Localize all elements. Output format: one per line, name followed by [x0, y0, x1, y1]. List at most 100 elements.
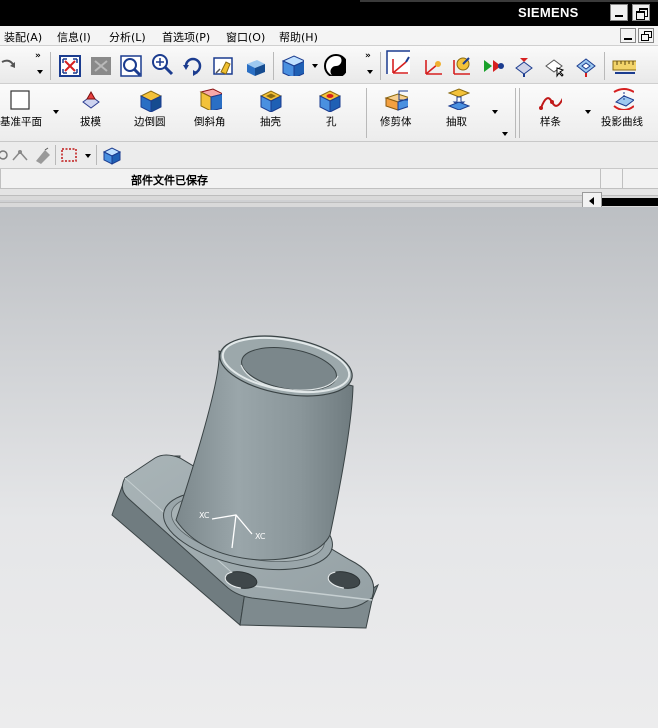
- brand-label: SIEMENS: [518, 5, 579, 20]
- wcs-axis-label: XC: [255, 532, 266, 541]
- menu-help[interactable]: 帮助(H): [279, 29, 318, 45]
- dropdown-arrow-icon[interactable]: [367, 70, 373, 74]
- separator: [366, 88, 367, 138]
- feature-label: 修剪体: [380, 116, 412, 128]
- feature-button-extract[interactable]: 抽取: [440, 84, 480, 142]
- resource-bar: [0, 195, 658, 207]
- view-orient-icon[interactable]: [322, 52, 346, 76]
- select-rectangle-icon[interactable]: [60, 147, 84, 171]
- separator: [604, 52, 605, 80]
- resource-bar-end: [602, 198, 658, 206]
- feature-label: 投影曲线: [601, 116, 643, 128]
- feature-label: 抽壳: [260, 116, 281, 128]
- feature-label: 孔: [326, 116, 337, 128]
- feature-button-spline[interactable]: 样条: [530, 84, 574, 142]
- wcs-axis-label: XC: [199, 511, 210, 520]
- wcs-dynamic-icon[interactable]: [481, 54, 505, 78]
- selection-toolbar: [0, 142, 658, 169]
- dropdown-arrow-icon[interactable]: [85, 154, 91, 158]
- menu-bar: 装配(A) 信息(I) 分析(L) 首选项(P) 窗口(O) 帮助(H): [0, 26, 658, 46]
- separator: [273, 52, 274, 80]
- zoom-window-icon[interactable]: [119, 54, 143, 78]
- project-curve-icon: [613, 88, 634, 110]
- status-divider: [0, 169, 1, 189]
- model-part[interactable]: XC XC: [0, 207, 658, 728]
- overflow-chevron-icon[interactable]: »: [365, 51, 371, 61]
- snap-tangent-icon[interactable]: [33, 146, 57, 170]
- status-message: 部件文件已保存: [131, 174, 208, 187]
- feature-button-edge-blend[interactable]: 边倒圆: [130, 84, 172, 142]
- separator: [380, 52, 381, 80]
- edit-view-icon[interactable]: [212, 54, 236, 78]
- view-toolbar: » »: [0, 46, 658, 84]
- dropdown-arrow-icon[interactable]: [492, 110, 498, 114]
- trim-body-icon: [384, 90, 408, 111]
- feature-toolbar: 基准平面 拔模 边倒圆 倒斜角 抽壳 孔 修剪体 抽取 样条 投影曲线: [0, 84, 658, 142]
- status-divider: [622, 169, 623, 189]
- feature-label: 倒斜角: [194, 116, 226, 128]
- feature-button-shell[interactable]: 抽壳: [252, 84, 290, 142]
- menu-window[interactable]: 窗口(O): [226, 29, 265, 45]
- menu-analysis[interactable]: 分析(L): [109, 29, 146, 45]
- dropdown-arrow-icon[interactable]: [53, 110, 59, 114]
- graphics-window[interactable]: XC XC: [0, 207, 658, 728]
- undo-icon[interactable]: [0, 54, 24, 78]
- wcs-display-icon[interactable]: [386, 50, 410, 74]
- menu-assembly[interactable]: 装配(A): [4, 29, 42, 45]
- feature-label: 样条: [540, 116, 561, 128]
- feature-label: 基准平面: [0, 116, 42, 128]
- dropdown-arrow-icon[interactable]: [37, 70, 43, 74]
- feature-button-project-curve[interactable]: 投影曲线: [598, 84, 658, 142]
- wcs-set-icon[interactable]: [543, 54, 567, 78]
- wcs-save-icon[interactable]: [574, 54, 598, 78]
- hole-icon: [318, 90, 341, 112]
- feature-button-hole[interactable]: 孔: [312, 84, 348, 142]
- draft-icon: [82, 90, 100, 109]
- dropdown-arrow-icon[interactable]: [312, 64, 318, 68]
- spline-icon: [539, 97, 562, 110]
- child-restore-button[interactable]: [638, 28, 654, 43]
- wcs-origin-icon[interactable]: [450, 54, 474, 78]
- title-bar: SIEMENS: [0, 0, 658, 26]
- separator: [55, 145, 56, 165]
- pan-icon[interactable]: [89, 54, 113, 78]
- zoom-icon[interactable]: [150, 52, 174, 76]
- overflow-chevron-icon[interactable]: »: [35, 51, 41, 61]
- feature-button-chamfer[interactable]: 倒斜角: [190, 84, 234, 142]
- wcs-orient-icon[interactable]: [422, 54, 446, 78]
- separator: [515, 88, 516, 138]
- feature-button-trim-body[interactable]: 修剪体: [376, 84, 420, 142]
- child-minimize-button[interactable]: [620, 28, 636, 43]
- separator: [96, 145, 97, 165]
- fit-view-icon[interactable]: [58, 54, 82, 78]
- shell-icon: [259, 90, 282, 112]
- measure-distance-icon[interactable]: [612, 54, 636, 78]
- title-bar-strip: [360, 0, 658, 2]
- feature-label: 边倒圆: [134, 116, 166, 128]
- feature-button-datum-plane[interactable]: 基准平面: [0, 84, 50, 142]
- feature-label: 抽取: [446, 116, 467, 128]
- separator: [519, 88, 520, 138]
- status-bar: 部件文件已保存: [0, 169, 658, 189]
- minimize-button[interactable]: [610, 4, 628, 21]
- edge-blend-icon: [139, 90, 162, 112]
- status-divider: [600, 169, 601, 189]
- render-style-icon[interactable]: [280, 52, 304, 76]
- menu-info[interactable]: 信息(I): [57, 29, 91, 45]
- extract-icon: [447, 88, 470, 110]
- feature-label: 拔模: [80, 116, 101, 128]
- toolbar-options-arrow-icon[interactable]: [502, 132, 508, 136]
- restore-button[interactable]: [632, 4, 650, 21]
- rotate-icon[interactable]: [181, 54, 205, 78]
- menu-preferences[interactable]: 首选项(P): [162, 29, 210, 45]
- snap-intersection-icon[interactable]: [10, 146, 34, 170]
- dropdown-arrow-icon[interactable]: [585, 110, 591, 114]
- datum-plane-icon: [10, 90, 30, 110]
- chamfer-icon: [199, 88, 222, 110]
- select-body-icon[interactable]: [102, 146, 126, 170]
- shaded-view-icon[interactable]: [243, 54, 267, 78]
- separator: [50, 52, 51, 80]
- feature-button-draft[interactable]: 拔模: [72, 84, 112, 142]
- resource-bar-track: [0, 200, 582, 203]
- wcs-rotate-icon[interactable]: [512, 54, 536, 78]
